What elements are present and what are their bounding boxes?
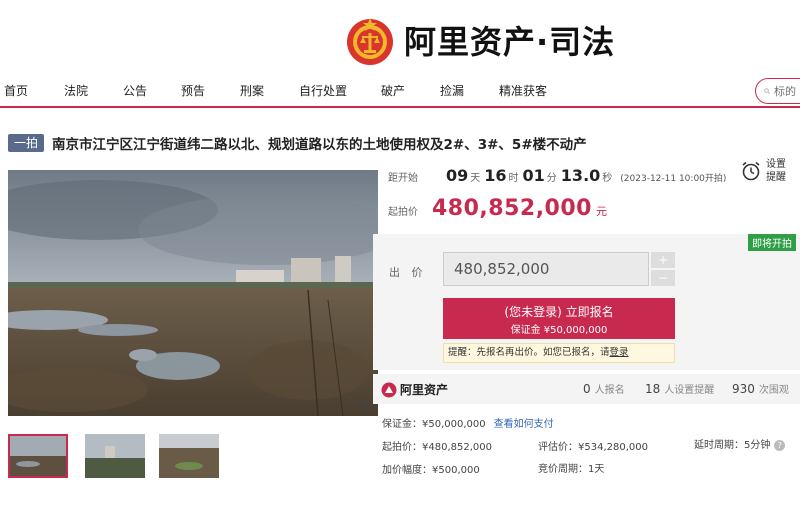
bid-amount-input[interactable] [443, 252, 649, 286]
nav-item-preview[interactable]: 预告 [181, 80, 205, 102]
nav-item-home[interactable]: 首页 [4, 80, 28, 102]
brand-name: 阿里资产·司法 [404, 23, 616, 61]
bid-label: 出 价 [389, 266, 427, 279]
register-deposit-label: 保证金 ¥50,000,000 [510, 325, 608, 336]
delay-cycle: 延时周期：5分钟? [694, 436, 786, 451]
countdown-hours: 16 [484, 166, 507, 185]
countdown-minutes: 01 [522, 166, 545, 185]
view-count: 930 次围观 [732, 381, 789, 396]
bid-increment: 加价幅度：¥500,000 [382, 465, 480, 476]
deposit-text: 保证金：¥50,000,000 [382, 419, 486, 430]
land-photo-image [8, 170, 378, 416]
search-input[interactable] [774, 84, 800, 98]
countdown-days: 09 [446, 166, 469, 185]
how-to-pay-link[interactable]: 查看如何支付 [494, 419, 554, 430]
bid-increase-button[interactable]: + [651, 252, 675, 268]
thumbnail-3[interactable] [159, 434, 219, 478]
appraisal-price: 评估价：¥534,280,000 [538, 442, 648, 453]
nav-item-criminal[interactable]: 刑案 [240, 80, 264, 102]
reminder-count: 18 人设置提醒 [645, 381, 714, 396]
reminder-label-line2: 提醒 [766, 172, 786, 183]
search-icon [764, 88, 770, 94]
ali-asset-logo-text: 阿里资产 [400, 383, 449, 397]
signup-count-value: 0 [583, 382, 591, 396]
start-time-note: (2023-12-11 10:00开拍) [620, 174, 727, 184]
listing-title: 南京市江宁区江宁街道纬二路以北、规划道路以东的土地使用权及2#、3#、5#楼不动… [52, 137, 587, 153]
countdown: 距开始 09 天 16 时 01 分 13.0 秒 (2023-12-11 10… [388, 166, 726, 185]
nav-item-bargain[interactable]: 捡漏 [440, 80, 464, 102]
ali-asset-logo: 阿里资产 [381, 381, 448, 398]
bidding-cycle: 竞价周期：1天 [538, 464, 605, 475]
view-count-label: 次围观 [758, 385, 789, 396]
help-icon[interactable]: ? [774, 439, 786, 451]
countdown-hours-unit: 时 [508, 173, 519, 184]
start-price-label: 起拍价 [388, 207, 418, 218]
signup-count-label: 人报名 [594, 385, 625, 396]
countdown-minutes-unit: 分 [546, 173, 557, 184]
zoom-icon[interactable] [356, 398, 372, 414]
brand-logo[interactable]: 阿里资产·司法 [344, 12, 615, 68]
main-photo[interactable] [8, 170, 378, 416]
register-now-button[interactable]: (您未登录) 立即报名 保证金 ¥50,000,000 [443, 298, 675, 339]
bid-panel: 即将开拍 出 价 + − (您未登录) 立即报名 保证金 ¥50,000,000… [373, 234, 800, 370]
stats-bar: 阿里资产 0 人报名 18 人设置提醒 930 次围观 [373, 374, 800, 404]
nav-divider [0, 106, 800, 108]
login-link[interactable]: 登录 [610, 347, 629, 358]
nav-item-precise-leads[interactable]: 精准获客 [499, 80, 547, 102]
nav-item-bankruptcy[interactable]: 破产 [381, 80, 405, 102]
nav-item-self-disposal[interactable]: 自行处置 [299, 80, 347, 102]
countdown-seconds: 13.0 [560, 166, 601, 185]
nav-item-court[interactable]: 法院 [64, 80, 88, 102]
deposit-info: 保证金：¥50,000,000 查看如何支付 [382, 415, 554, 430]
thumbnail-2[interactable] [85, 434, 145, 478]
nav-item-notice[interactable]: 公告 [123, 80, 147, 102]
start-price-unit: 元 [595, 205, 607, 218]
start-price-detail: 起拍价：¥480,852,000 [382, 442, 492, 453]
thumbnail-1[interactable] [8, 434, 68, 478]
court-emblem-icon [347, 18, 393, 65]
status-badge: 即将开拍 [748, 234, 796, 251]
login-tip: 提醒：先报名再出价。如您已报名，请登录 [443, 343, 675, 363]
reminder-count-value: 18 [645, 382, 661, 396]
countdown-days-unit: 天 [470, 173, 481, 184]
start-price-value: 480,852,000 [432, 196, 592, 221]
alarm-clock-icon [742, 161, 760, 181]
reminder-label-line1: 设置 [766, 159, 786, 170]
search-box[interactable] [755, 78, 800, 104]
view-count-value: 930 [732, 382, 755, 396]
set-reminder-button[interactable]: 设置 提醒 [740, 158, 786, 184]
ali-asset-logo-icon [381, 382, 397, 397]
countdown-label: 距开始 [388, 173, 418, 184]
delay-cycle-text: 延时周期：5分钟 [694, 440, 771, 451]
auction-round-tag: 一拍 [8, 134, 45, 152]
bid-decrease-button[interactable]: − [651, 270, 675, 286]
listing-header: 一拍 南京市江宁区江宁街道纬二路以北、规划道路以东的土地使用权及2#、3#、5#… [8, 133, 587, 153]
signup-count: 0 人报名 [583, 381, 625, 396]
countdown-seconds-unit: 秒 [602, 173, 613, 184]
tip-text: 提醒：先报名再出价。如您已报名，请 [448, 347, 610, 358]
main-nav: 首页 法院 公告 预告 刑案 自行处置 破产 捡漏 精准获客 [0, 80, 800, 102]
register-button-label: (您未登录) 立即报名 [504, 305, 614, 319]
reminder-count-label: 人设置提醒 [664, 385, 715, 396]
start-price-row: 起拍价 480,852,000 元 [388, 196, 607, 221]
